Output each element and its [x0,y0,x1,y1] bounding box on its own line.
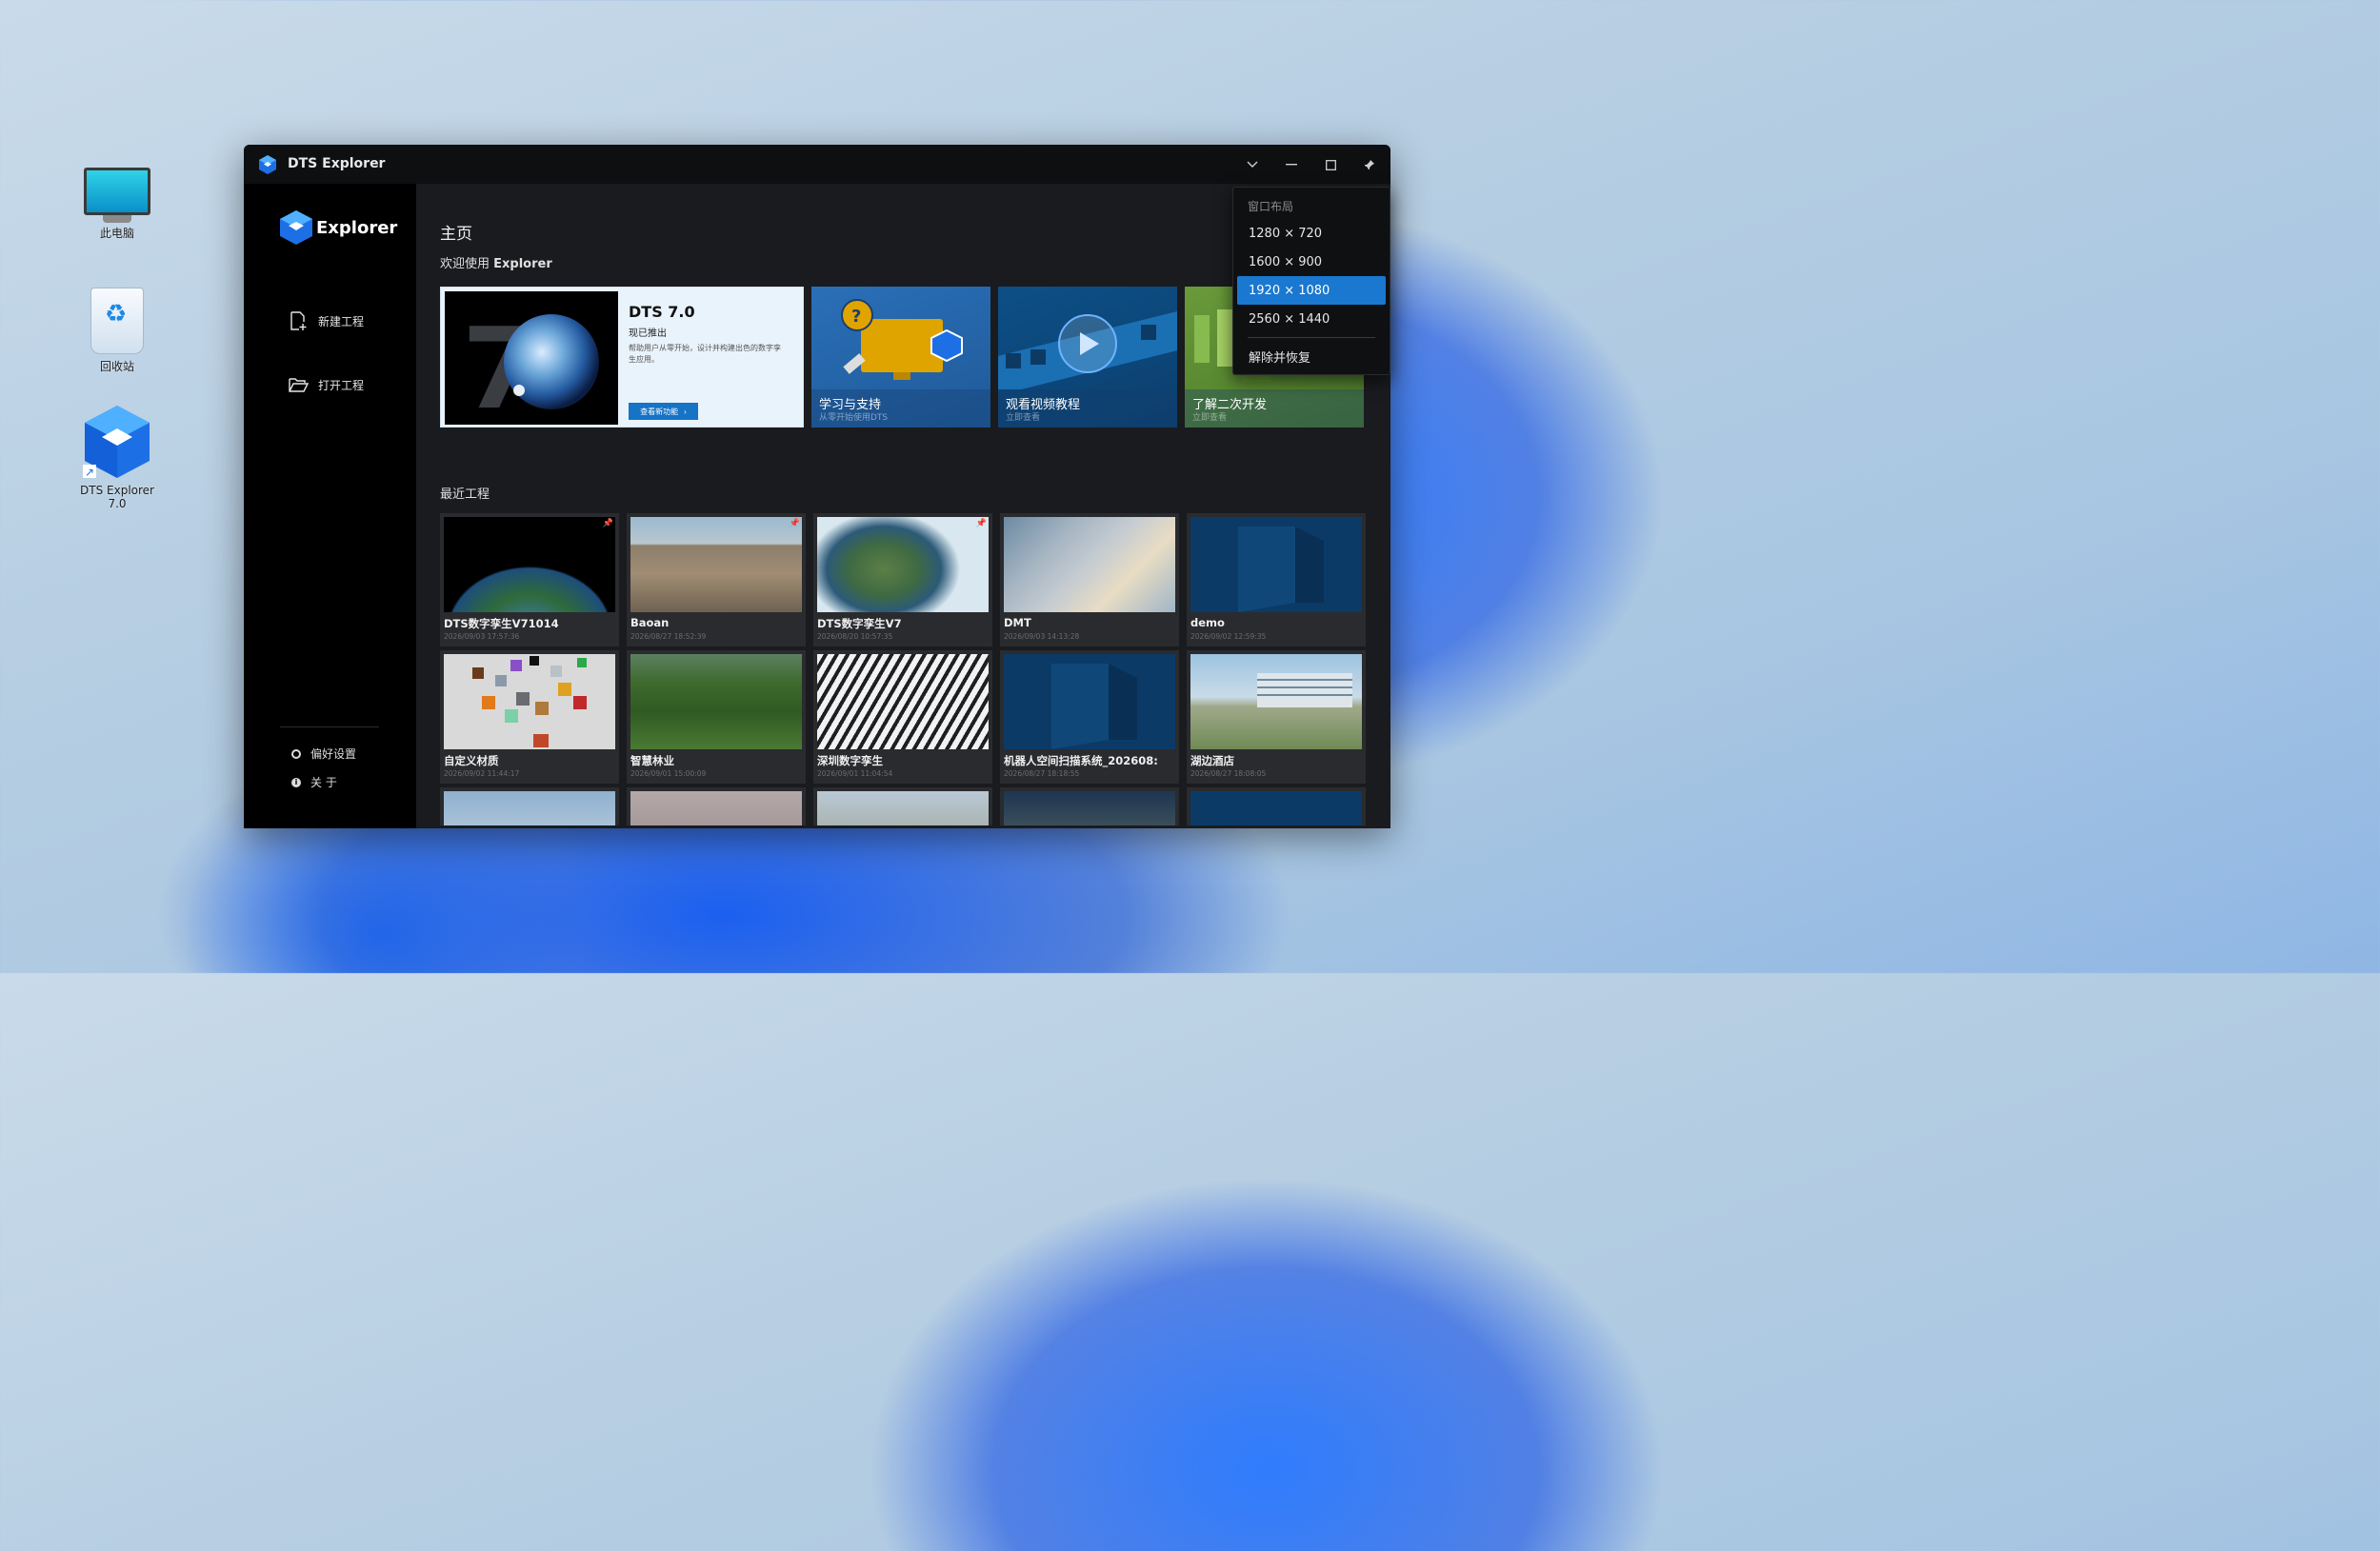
tile-learning-support[interactable]: ? 学习与支持 从零开始使用DTS [811,287,990,428]
project-card[interactable]: 📌 DTS数字孪生V7 2026/08/20 10:57:35 [813,513,992,646]
folder-open-icon [289,378,309,392]
project-card[interactable] [440,787,619,825]
project-card[interactable]: 📌 Baoan 2026/08/27 18:52:39 [627,513,806,646]
project-card[interactable] [627,787,806,825]
layout-option-1920x1080[interactable]: 1920 × 1080 [1237,276,1386,305]
project-thumbnail [1190,654,1362,749]
dropdown-header: 窗口布局 [1248,200,1294,213]
project-thumbnail [1004,791,1175,825]
dts-explorer-app-icon: ↗ [83,404,151,479]
project-thumbnail [817,654,989,749]
release-version: DTS 7.0 [629,303,695,321]
project-thumbnail [817,517,989,612]
feature-banner[interactable]: 7 DTS 7.0 现已推出 帮助用户从零开始，设计并构建出色的数字孪生应用。 … [440,287,804,428]
layout-option-1600x900[interactable]: 1600 × 900 [1237,248,1386,276]
sidebar-item-label: 打开工程 [318,378,365,392]
recycle-bin-icon: ♻ [90,288,144,354]
project-card[interactable]: 智慧林业 2026/09/01 15:00:09 [627,650,806,784]
project-thumbnail [1004,517,1175,612]
project-thumbnail [817,791,989,825]
project-card[interactable]: 自定义材质 2026/09/02 11:44:17 [440,650,619,784]
app-logo-icon [259,155,276,178]
sidebar-item-label: 新建工程 [318,314,365,328]
pin-icon[interactable]: 📌 [603,519,613,528]
project-card[interactable]: 📌 DTS数字孪生V71014 2026/09/03 17:57:36 [440,513,619,646]
pin-icon[interactable]: 📌 [976,519,987,528]
unpin-restore-button[interactable]: 解除并恢复 [1237,342,1386,370]
help-monitor-icon: ? [841,299,963,380]
project-thumbnail [630,654,802,749]
sidebar-item-about[interactable]: i 关 于 [291,774,337,790]
sidebar-item-open-project[interactable]: 打开工程 [288,374,364,395]
tile-video-tutorials[interactable]: 观看视频教程 立即查看 [998,287,1177,428]
monitor-icon [84,168,150,215]
svg-text:↗: ↗ [85,466,94,479]
desktop-icon-label: 此电脑 [99,227,134,240]
info-icon: i [291,777,301,787]
project-card[interactable]: 机器人空间扫描系统_202608: 2026/08/27 18:18:55 [1000,650,1179,784]
release-subtitle: 现已推出 [629,328,667,339]
sidebar: Explorer 新建工程 打开工程 偏好设置 i 关 于 [244,184,416,828]
recent-projects-title: 最近工程 [440,487,490,502]
pin-icon[interactable]: 📌 [790,519,800,528]
desktop-icon-this-pc[interactable]: 此电脑 [70,168,165,240]
sidebar-item-new-project[interactable]: 新建工程 [288,310,364,331]
project-thumbnail [1190,517,1362,612]
view-new-features-button[interactable]: 查看新功能 › [629,403,698,420]
project-thumbnail [444,791,615,825]
project-thumbnail [630,517,802,612]
welcome-text: 欢迎使用 Explorer [440,257,552,271]
minimize-icon[interactable] [1279,152,1304,177]
explorer-logo-icon [280,210,312,245]
play-video-icon [998,309,1177,396]
desktop-icon-recycle-bin[interactable]: ♻ 回收站 [70,288,165,373]
maximize-icon[interactable] [1318,152,1343,177]
chevron-down-icon[interactable] [1240,152,1265,177]
project-thumbnail [1004,654,1175,749]
project-thumbnail [444,654,615,749]
settings-icon [291,748,301,759]
chevron-right-icon: › [684,407,687,416]
svg-text:?: ? [851,307,861,327]
pin-icon[interactable] [1357,152,1382,177]
layout-option-2560x1440[interactable]: 2560 × 1440 [1237,305,1386,333]
project-card[interactable] [1187,787,1366,825]
release-image: 7 [445,291,618,425]
dropdown-divider [1248,337,1375,338]
project-card[interactable]: DMT 2026/09/03 14:13:28 [1000,513,1179,646]
desktop-icon-dts-explorer[interactable]: ↗ DTS Explorer 7.0 [70,404,165,510]
page-title: 主页 [440,225,472,244]
layout-option-1280x720[interactable]: 1280 × 720 [1237,219,1386,248]
project-card[interactable] [813,787,992,825]
sidebar-item-preferences[interactable]: 偏好设置 [291,746,356,762]
project-thumbnail [1190,791,1362,825]
window-title: DTS Explorer [288,156,386,171]
brand-name: Explorer [316,217,398,238]
project-card[interactable]: 湖边酒店 2026/08/27 18:08:05 [1187,650,1366,784]
sidebar-item-label: 偏好设置 [310,747,357,761]
release-description: 帮助用户从零开始，设计并构建出色的数字孪生应用。 [629,344,781,364]
sidebar-item-label: 关 于 [310,776,337,789]
dts-explorer-window: DTS Explorer Explorer 新建工程 打开工程 偏好设置 i 关… [244,145,1390,828]
project-card[interactable] [1000,787,1179,825]
project-card[interactable]: demo 2026/09/02 12:59:35 [1187,513,1366,646]
title-bar[interactable]: DTS Explorer [244,145,1390,184]
new-file-icon [290,311,307,330]
project-thumbnail [444,517,615,612]
window-layout-dropdown: 窗口布局 1280 × 720 1600 × 900 1920 × 1080 2… [1232,187,1390,375]
brand-logo: Explorer [280,210,397,245]
sidebar-divider [280,726,379,727]
desktop-icon-label: DTS Explorer 7.0 [80,484,154,510]
project-thumbnail [630,791,802,825]
desktop-icon-label: 回收站 [99,360,134,373]
project-card[interactable]: 深圳数字孪生 2026/09/01 11:04:54 [813,650,992,784]
